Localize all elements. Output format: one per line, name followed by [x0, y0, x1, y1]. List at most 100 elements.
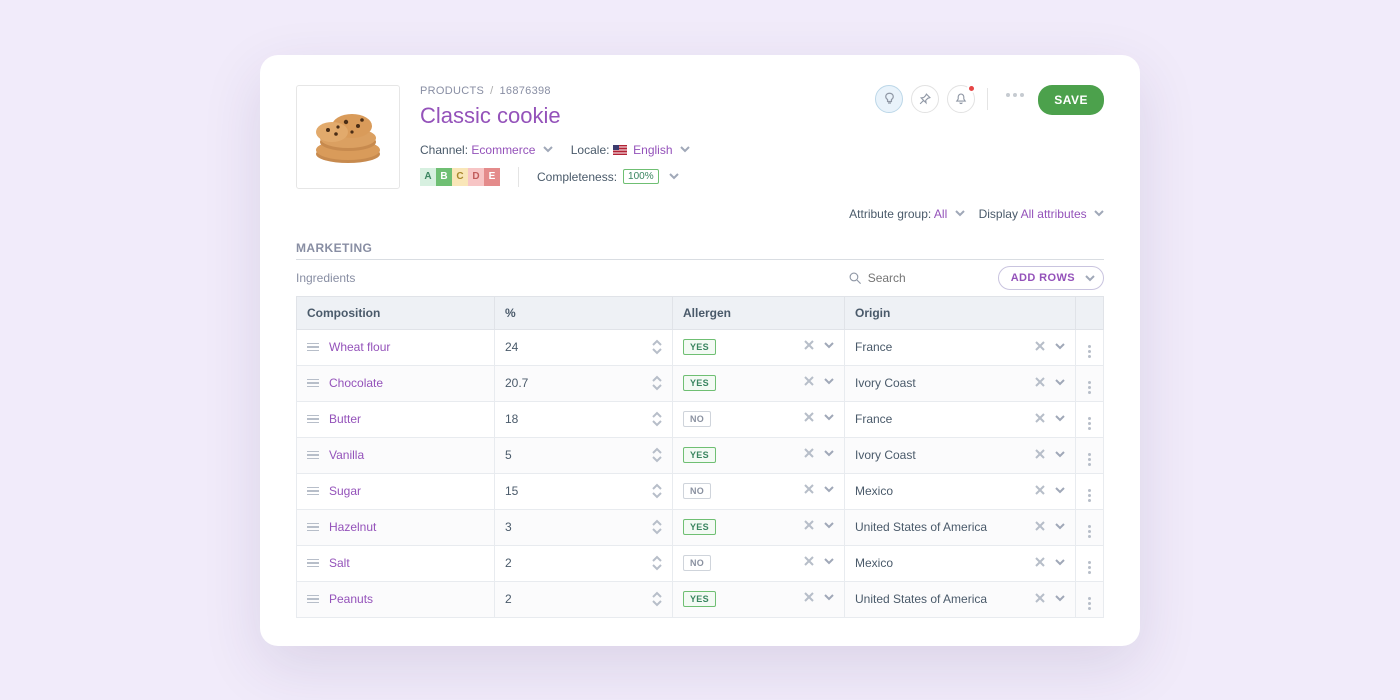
percent-value[interactable]: 18 — [505, 412, 518, 426]
origin-value[interactable]: United States of America — [855, 520, 987, 534]
clear-icon[interactable] — [1035, 376, 1045, 390]
percent-value[interactable]: 24 — [505, 340, 518, 354]
clear-icon[interactable] — [1035, 592, 1045, 606]
number-stepper[interactable] — [652, 555, 662, 571]
percent-value[interactable]: 20.7 — [505, 376, 528, 390]
chevron-down-icon[interactable] — [1055, 556, 1065, 570]
completeness-selector[interactable]: Completeness: 100% — [537, 169, 679, 184]
pin-button[interactable] — [911, 85, 939, 113]
clear-icon[interactable] — [804, 447, 814, 461]
composition-name[interactable]: Chocolate — [329, 376, 383, 390]
clear-icon[interactable] — [804, 339, 814, 353]
chevron-down-icon[interactable] — [1055, 484, 1065, 498]
origin-value[interactable]: Mexico — [855, 484, 893, 498]
row-more-button[interactable] — [1088, 453, 1091, 466]
drag-handle-icon[interactable] — [307, 343, 319, 352]
clear-icon[interactable] — [1035, 556, 1045, 570]
search-input[interactable] — [868, 271, 968, 285]
add-rows-button[interactable]: ADD ROWS — [998, 266, 1104, 290]
drag-handle-icon[interactable] — [307, 379, 319, 388]
number-stepper[interactable] — [652, 447, 662, 463]
drag-handle-icon[interactable] — [307, 415, 319, 424]
chevron-down-icon[interactable] — [1055, 592, 1065, 606]
chevron-down-icon — [955, 207, 965, 221]
composition-name[interactable]: Wheat flour — [329, 340, 390, 354]
allergen-badge: YES — [683, 591, 716, 607]
chevron-down-icon[interactable] — [1055, 448, 1065, 462]
save-button[interactable]: SAVE — [1038, 85, 1104, 115]
display-selector[interactable]: Display All attributes — [979, 207, 1104, 221]
drag-handle-icon[interactable] — [307, 595, 319, 604]
number-stepper[interactable] — [652, 411, 662, 427]
chevron-down-icon[interactable] — [1055, 520, 1065, 534]
percent-value[interactable]: 3 — [505, 520, 512, 534]
origin-value[interactable]: France — [855, 340, 892, 354]
clear-icon[interactable] — [804, 555, 814, 569]
drag-handle-icon[interactable] — [307, 487, 319, 496]
drag-handle-icon[interactable] — [307, 451, 319, 460]
number-stepper[interactable] — [652, 519, 662, 535]
number-stepper[interactable] — [652, 483, 662, 499]
breadcrumb-root[interactable]: PRODUCTS — [420, 85, 484, 97]
notifications-button[interactable] — [947, 85, 975, 113]
clear-icon[interactable] — [804, 519, 814, 533]
composition-name[interactable]: Butter — [329, 412, 361, 426]
clear-icon[interactable] — [1035, 448, 1045, 462]
row-more-button[interactable] — [1088, 561, 1091, 574]
allergen-badge: NO — [683, 411, 711, 427]
chevron-down-icon[interactable] — [1055, 412, 1065, 426]
row-more-button[interactable] — [1088, 597, 1091, 610]
origin-value[interactable]: United States of America — [855, 592, 987, 606]
row-more-button[interactable] — [1088, 417, 1091, 430]
origin-value[interactable]: France — [855, 412, 892, 426]
clear-icon[interactable] — [1035, 412, 1045, 426]
drag-handle-icon[interactable] — [307, 559, 319, 568]
chevron-down-icon[interactable] — [824, 483, 834, 497]
row-more-button[interactable] — [1088, 381, 1091, 394]
percent-value[interactable]: 2 — [505, 556, 512, 570]
attribute-group-selector[interactable]: Attribute group: All — [849, 207, 964, 221]
number-stepper[interactable] — [652, 591, 662, 607]
chevron-down-icon[interactable] — [824, 411, 834, 425]
percent-value[interactable]: 15 — [505, 484, 518, 498]
product-thumbnail[interactable] — [296, 85, 400, 189]
channel-selector[interactable]: Channel: Ecommerce — [420, 143, 553, 157]
clear-icon[interactable] — [1035, 520, 1045, 534]
chevron-down-icon[interactable] — [824, 375, 834, 389]
chevron-down-icon[interactable] — [824, 591, 834, 605]
chevron-down-icon — [1085, 273, 1095, 286]
row-more-button[interactable] — [1088, 525, 1091, 538]
chevron-down-icon — [1094, 207, 1104, 221]
percent-value[interactable]: 2 — [505, 592, 512, 606]
composition-name[interactable]: Vanilla — [329, 448, 364, 462]
number-stepper[interactable] — [652, 375, 662, 391]
clear-icon[interactable] — [804, 375, 814, 389]
row-more-button[interactable] — [1088, 345, 1091, 358]
chevron-down-icon[interactable] — [1055, 340, 1065, 354]
composition-name[interactable]: Hazelnut — [329, 520, 376, 534]
origin-value[interactable]: Mexico — [855, 556, 893, 570]
chevron-down-icon[interactable] — [824, 447, 834, 461]
composition-name[interactable]: Salt — [329, 556, 350, 570]
quality-grades[interactable]: A B C D E — [420, 168, 500, 186]
clear-icon[interactable] — [804, 411, 814, 425]
composition-name[interactable]: Peanuts — [329, 592, 373, 606]
chevron-down-icon[interactable] — [824, 555, 834, 569]
row-more-button[interactable] — [1088, 489, 1091, 502]
origin-value[interactable]: Ivory Coast — [855, 376, 916, 390]
origin-value[interactable]: Ivory Coast — [855, 448, 916, 462]
clear-icon[interactable] — [1035, 484, 1045, 498]
chevron-down-icon[interactable] — [824, 339, 834, 353]
clear-icon[interactable] — [804, 483, 814, 497]
chevron-down-icon[interactable] — [824, 519, 834, 533]
ai-assist-button[interactable] — [875, 85, 903, 113]
percent-value[interactable]: 5 — [505, 448, 512, 462]
clear-icon[interactable] — [804, 591, 814, 605]
composition-name[interactable]: Sugar — [329, 484, 361, 498]
drag-handle-icon[interactable] — [307, 523, 319, 532]
clear-icon[interactable] — [1035, 340, 1045, 354]
locale-selector[interactable]: Locale: English — [571, 143, 690, 157]
more-actions-button[interactable] — [1000, 85, 1030, 105]
number-stepper[interactable] — [652, 339, 662, 355]
chevron-down-icon[interactable] — [1055, 376, 1065, 390]
